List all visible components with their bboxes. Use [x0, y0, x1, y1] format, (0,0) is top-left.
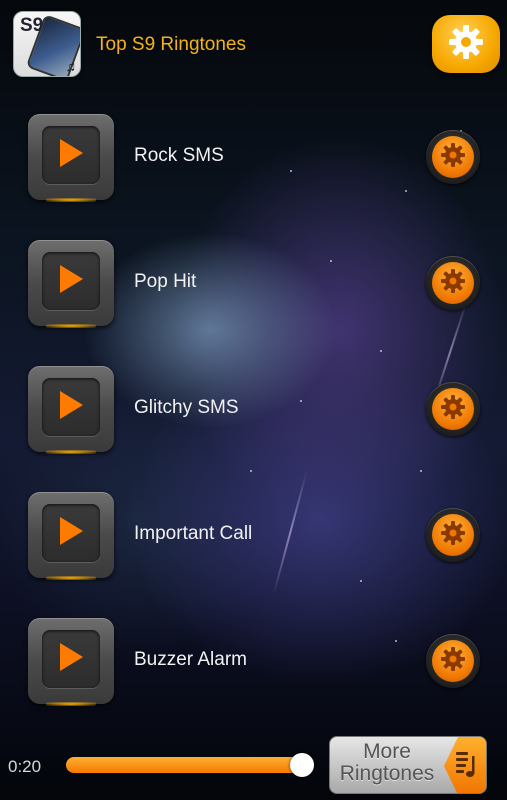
gear-icon	[446, 22, 486, 67]
ringtone-row: Buzzer Alarm	[0, 618, 507, 708]
app-logo-text: S9	[20, 15, 44, 36]
settings-button[interactable]	[432, 15, 500, 73]
gear-icon	[438, 140, 468, 175]
play-button[interactable]	[28, 114, 114, 202]
ringtone-row: Pop Hit	[0, 240, 507, 330]
music-note-icon: ♫	[65, 58, 77, 74]
gear-icon	[438, 266, 468, 301]
elapsed-time: 0:20	[8, 757, 42, 776]
more-label-line2: Ringtones	[339, 762, 435, 785]
ringtone-settings-button[interactable]	[426, 130, 480, 184]
play-icon	[58, 642, 84, 677]
ringtone-settings-button[interactable]	[426, 256, 480, 310]
ringtone-settings-button[interactable]	[426, 508, 480, 562]
play-icon	[58, 516, 84, 551]
seek-bar[interactable]	[66, 757, 302, 773]
ringtone-label[interactable]: Rock SMS	[134, 145, 224, 167]
seek-thumb[interactable]	[290, 753, 314, 777]
ringtone-settings-button[interactable]	[426, 634, 480, 688]
more-ringtones-button[interactable]: More Ringtones	[329, 736, 487, 794]
ringtone-row: Rock SMS	[0, 114, 507, 204]
ringtone-label[interactable]: Important Call	[134, 523, 252, 545]
play-button[interactable]	[28, 618, 114, 706]
ringtone-label[interactable]: Pop Hit	[134, 271, 196, 293]
gear-icon	[438, 644, 468, 679]
gear-icon	[438, 518, 468, 553]
app-header: S9 ♫ Top S9 Ringtones	[0, 0, 507, 90]
ringtone-row: Important Call	[0, 492, 507, 582]
more-label-line1: More	[363, 740, 411, 763]
ringtone-label[interactable]: Buzzer Alarm	[134, 649, 247, 671]
play-button[interactable]	[28, 366, 114, 454]
ringtone-label[interactable]: Glitchy SMS	[134, 397, 239, 419]
play-icon	[58, 264, 84, 299]
play-button[interactable]	[28, 240, 114, 328]
music-list-icon	[454, 748, 478, 785]
app-title: Top S9 Ringtones	[96, 34, 246, 55]
seek-progress	[66, 757, 302, 773]
play-button[interactable]	[28, 492, 114, 580]
app-logo: S9 ♫	[13, 11, 81, 77]
play-icon	[58, 138, 84, 173]
ringtone-settings-button[interactable]	[426, 382, 480, 436]
ringtone-row: Glitchy SMS	[0, 366, 507, 456]
play-icon	[58, 390, 84, 425]
gear-icon	[438, 392, 468, 427]
